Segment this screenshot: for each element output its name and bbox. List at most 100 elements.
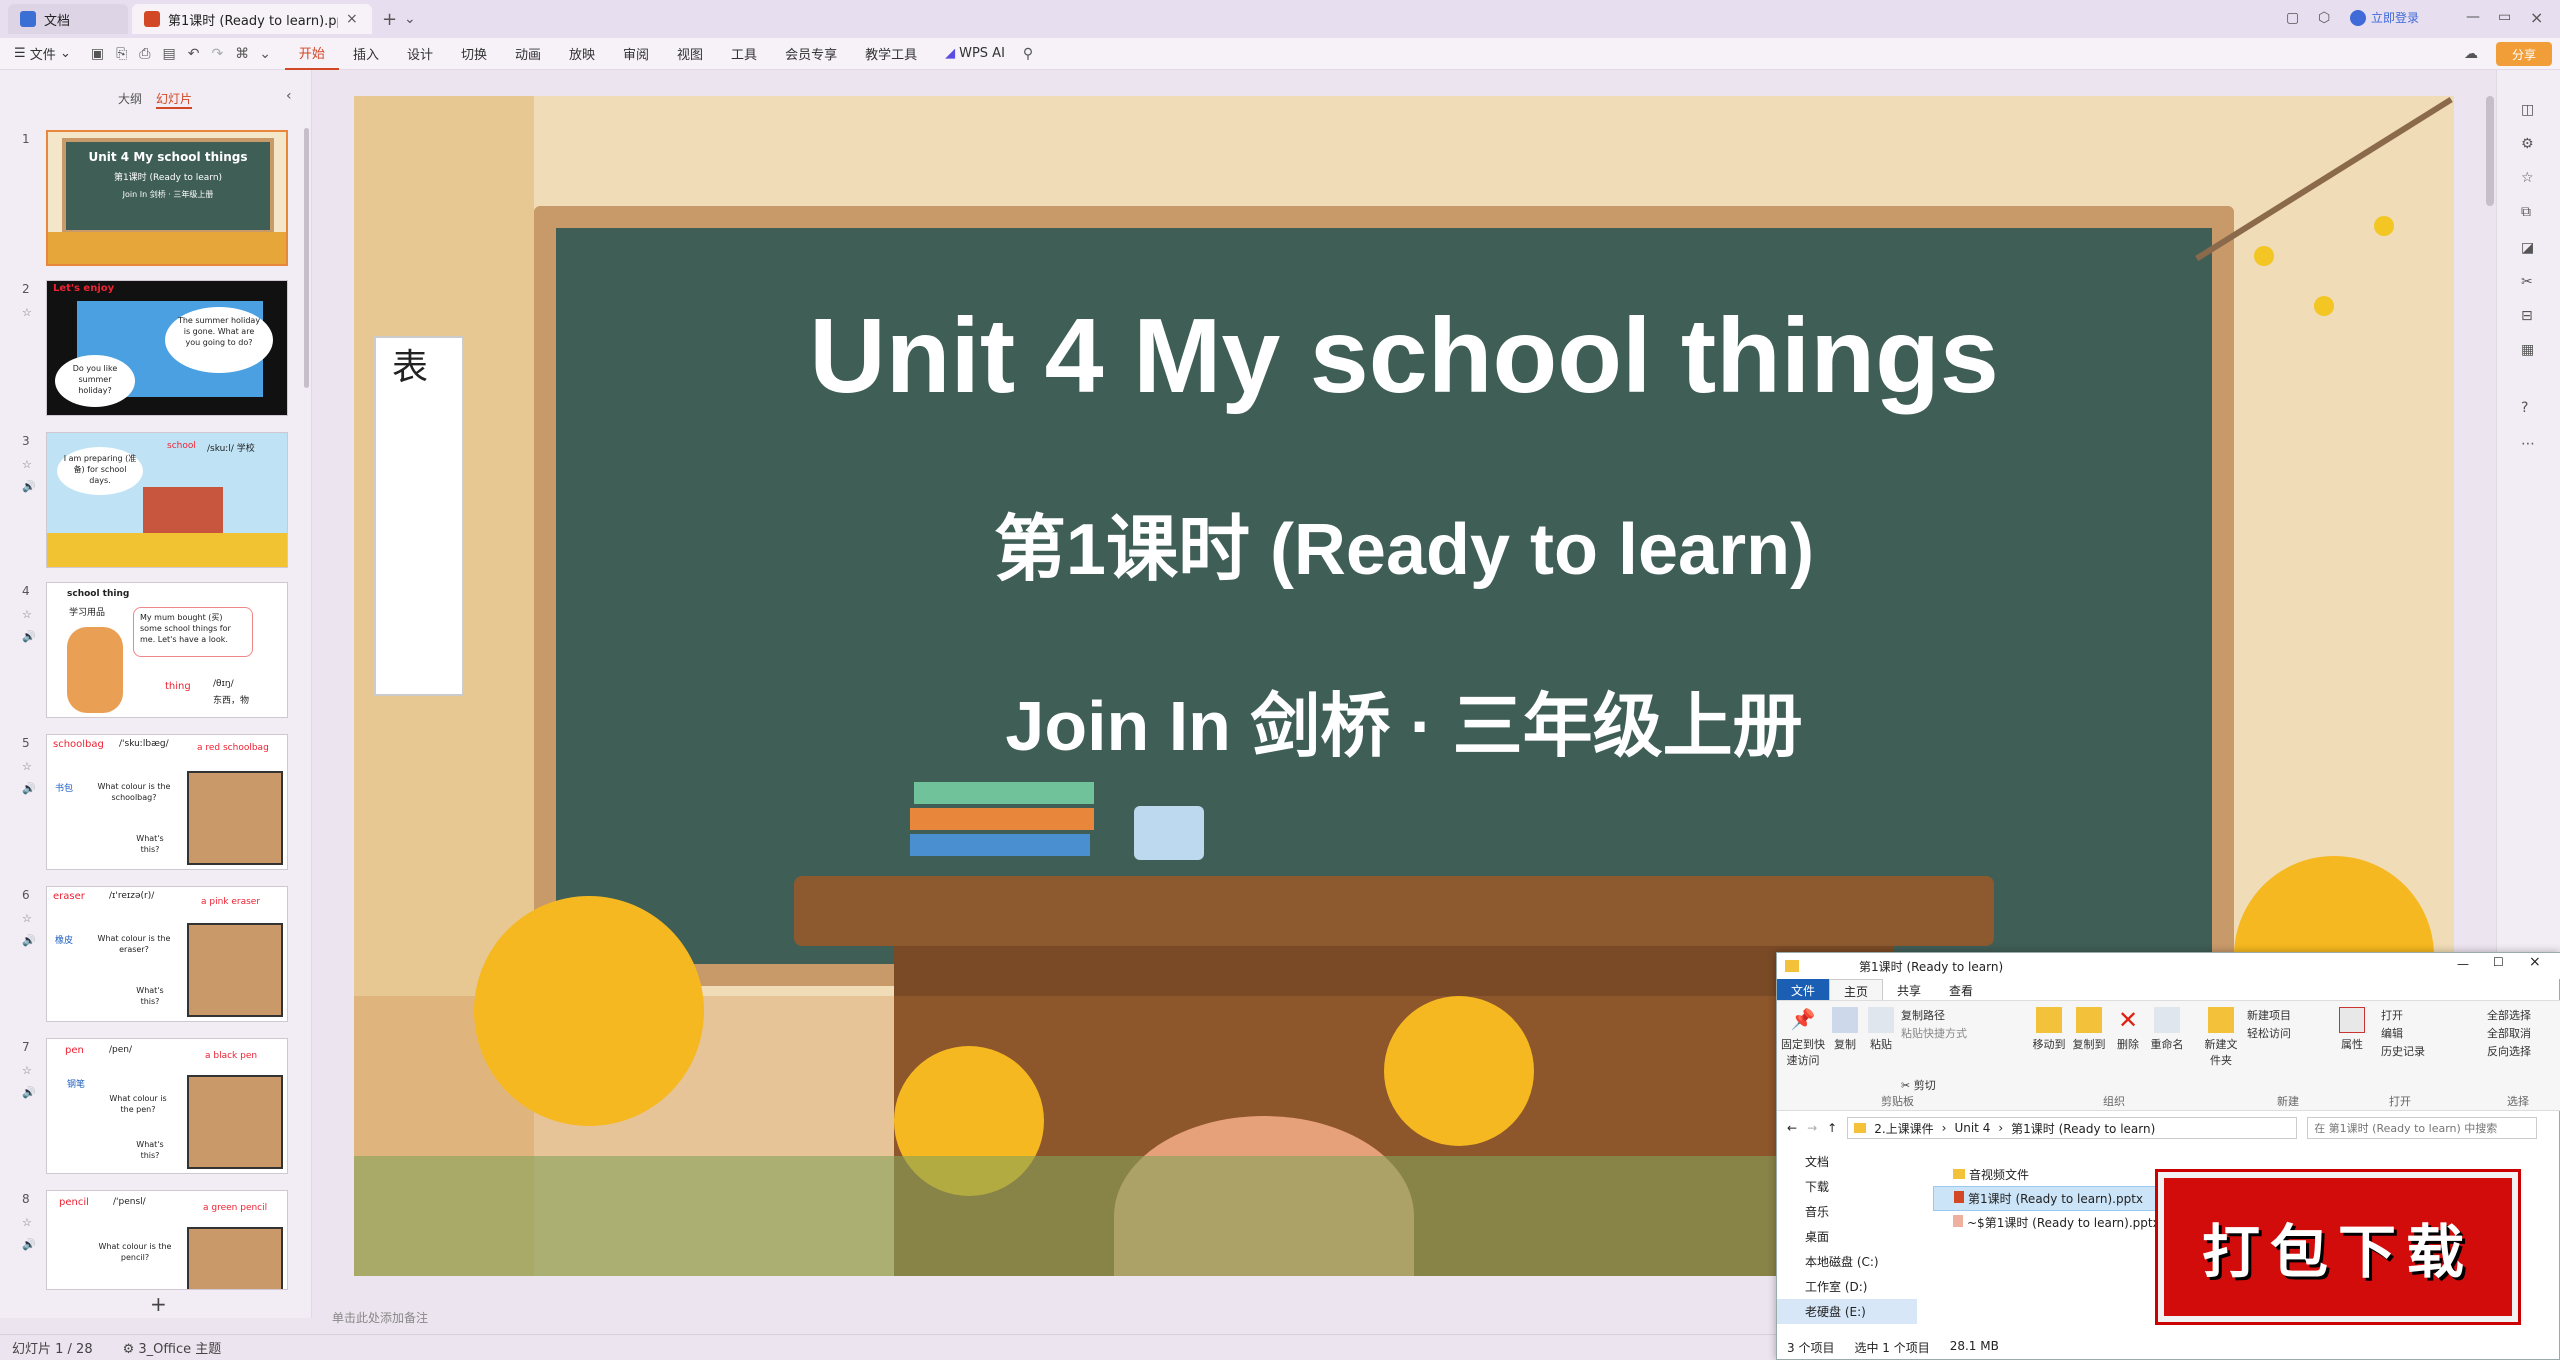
slide-book[interactable]: Join In 剑桥 · 三年级上册	[354, 670, 2454, 771]
cut-button[interactable]: ✂ 剪切	[1901, 1077, 1936, 1093]
pin-button[interactable]: 📌 固定到快速访问	[1781, 1007, 1825, 1068]
search-icon[interactable]: ⚲	[1023, 46, 1033, 62]
menu-design[interactable]: 设计	[393, 38, 447, 70]
thumb-slide-6[interactable]: eraser /ɪ'reɪzə(r)/ a pink eraser 橡皮 Wha…	[46, 886, 288, 1022]
maximize-icon[interactable]: ▭	[2498, 9, 2511, 25]
copy-to-button[interactable]: 复制到	[2071, 1007, 2107, 1052]
export-icon[interactable]: ⎘	[116, 46, 127, 62]
nav-item-documents[interactable]: 文档	[1777, 1149, 1917, 1174]
easy-access-button[interactable]: 轻松访问	[2247, 1025, 2291, 1041]
nav-item-music[interactable]: 音乐	[1777, 1199, 1917, 1224]
toolbar-icon[interactable]: ◫	[2521, 102, 2534, 118]
tab-file[interactable]: 文件	[1777, 979, 1830, 1000]
open-button[interactable]: 打开	[2381, 1007, 2403, 1023]
star-icon[interactable]: ☆	[2521, 170, 2534, 186]
window-layout-icon[interactable]: ▢	[2286, 10, 2299, 26]
star-icon[interactable]: ☆ 🔊	[22, 1212, 36, 1256]
minimize-icon[interactable]: —	[2457, 957, 2469, 971]
copy-icon[interactable]: ⧉	[2521, 204, 2531, 220]
move-to-button[interactable]: 移动到	[2031, 1007, 2067, 1052]
star-icon[interactable]: ☆ 🔊	[22, 454, 36, 498]
tab-share[interactable]: 共享	[1883, 979, 1935, 1000]
minimize-icon[interactable]: —	[2466, 9, 2480, 25]
theme-name[interactable]: ⚙ 3_Office 主题	[123, 1338, 222, 1357]
help-icon[interactable]: ?	[2521, 400, 2528, 416]
tab-outline[interactable]: 大纲	[118, 90, 142, 107]
thumb-slide-3[interactable]: I am preparing (准备) for school days. sch…	[46, 432, 288, 568]
star-icon[interactable]: ☆ 🔊	[22, 756, 36, 800]
menu-tools[interactable]: 工具	[717, 38, 771, 70]
redo-icon[interactable]: ↷	[211, 46, 223, 62]
edit-button[interactable]: 编辑	[2381, 1025, 2403, 1041]
paste-shortcut-button[interactable]: 粘贴快捷方式	[1901, 1025, 1967, 1041]
copy-button[interactable]: 复制	[1829, 1007, 1861, 1052]
file-menu[interactable]: 文件	[30, 44, 56, 63]
collapse-icon[interactable]: ‹	[286, 88, 292, 104]
format-painter-icon[interactable]: ⌘	[235, 46, 249, 62]
menu-transition[interactable]: 切换	[447, 38, 501, 70]
book-icon[interactable]: ⊟	[2521, 308, 2533, 324]
menu-view[interactable]: 视图	[663, 38, 717, 70]
canvas-scrollbar[interactable]	[2486, 96, 2494, 206]
nav-item-drive-d[interactable]: 工作室 (D:)	[1777, 1274, 1917, 1299]
menu-insert[interactable]: 插入	[339, 38, 393, 70]
thumb-slide-4[interactable]: school thing 学习用品 My mum bought (买) some…	[46, 582, 288, 718]
chevron-down-icon[interactable]: ⌄	[404, 11, 416, 27]
tab-presentation[interactable]: 第1课时 (Ready to learn).pptx ×	[132, 4, 372, 34]
star-icon[interactable]: ☆	[22, 302, 32, 324]
nav-item-downloads[interactable]: 下载	[1777, 1174, 1917, 1199]
close-icon[interactable]: ×	[346, 11, 358, 27]
copy-path-button[interactable]: 复制路径	[1901, 1007, 1945, 1023]
image-icon[interactable]: ◪	[2521, 240, 2534, 256]
menu-animation[interactable]: 动画	[501, 38, 555, 70]
tab-slides[interactable]: 幻灯片	[156, 90, 193, 109]
invert-selection-button[interactable]: 反向选择	[2487, 1043, 2531, 1059]
more-icon[interactable]: ⋯	[2521, 436, 2535, 452]
tab-documents[interactable]: 文档	[8, 4, 128, 34]
tab-home[interactable]: 主页	[1829, 979, 1884, 1000]
menu-slideshow[interactable]: 放映	[555, 38, 609, 70]
cloud-icon[interactable]: ☁	[2464, 46, 2478, 62]
nav-item-desktop[interactable]: 桌面	[1777, 1224, 1917, 1249]
thumb-slide-5[interactable]: schoolbag /'skuːlbæg/ a red schoolbag 书包…	[46, 734, 288, 870]
thumb-slide-2[interactable]: Let's enjoy The summer holiday is gone. …	[46, 280, 288, 416]
close-window-icon[interactable]: ×	[2530, 8, 2543, 27]
cube-icon[interactable]: ⬡	[2318, 10, 2330, 26]
history-button[interactable]: 历史记录	[2381, 1043, 2425, 1059]
maximize-icon[interactable]: ☐	[2493, 955, 2504, 969]
delete-button[interactable]: ✕ 删除	[2113, 1007, 2143, 1052]
wps-ai-button[interactable]: ◢ WPS AI	[931, 38, 1019, 70]
menu-home[interactable]: 开始	[284, 38, 339, 70]
file-item-temp[interactable]: ~$第1课时 (Ready to learn).pptx	[1933, 1211, 2193, 1234]
select-none-button[interactable]: 全部取消	[2487, 1025, 2531, 1041]
star-icon[interactable]: ☆ 🔊	[22, 1060, 36, 1104]
file-item-folder[interactable]: 音视频文件	[1933, 1163, 2193, 1186]
layout-icon[interactable]: ▦	[2521, 342, 2534, 358]
undo-icon[interactable]: ↶	[188, 46, 200, 62]
tab-view[interactable]: 查看	[1935, 979, 1987, 1000]
properties-button[interactable]: 属性	[2337, 1007, 2367, 1052]
menu-member[interactable]: 会员专享	[771, 38, 851, 70]
rename-button[interactable]: 重命名	[2147, 1007, 2187, 1052]
search-input[interactable]	[2307, 1117, 2538, 1139]
notes-placeholder[interactable]: 单击此处添加备注	[332, 1309, 428, 1326]
star-icon[interactable]: ☆ 🔊	[22, 908, 36, 952]
select-all-button[interactable]: 全部选择	[2487, 1007, 2531, 1023]
star-icon[interactable]: ☆ 🔊	[22, 604, 36, 648]
save-icon[interactable]: ▣	[91, 46, 104, 62]
menu-review[interactable]: 审阅	[609, 38, 663, 70]
settings-icon[interactable]: ⚙	[2521, 136, 2534, 152]
new-tab-button[interactable]: +	[382, 9, 397, 30]
address-bar[interactable]: 2.上课课件 › Unit 4 › 第1课时 (Ready to learn)	[1847, 1117, 2298, 1139]
file-item-pptx[interactable]: 第1课时 (Ready to learn).pptx	[1933, 1186, 2193, 1211]
print-icon[interactable]: ⎙	[139, 46, 150, 62]
back-icon[interactable]: ←	[1787, 1121, 1797, 1135]
new-folder-button[interactable]: 新建文件夹	[2201, 1007, 2241, 1068]
scrollbar[interactable]	[304, 128, 309, 388]
new-item-button[interactable]: 新建项目	[2247, 1007, 2291, 1023]
hamburger-icon[interactable]: ☰ 文件 ⌄	[0, 38, 85, 70]
preview-icon[interactable]: ▤	[162, 46, 175, 62]
tools-icon[interactable]: ✂	[2521, 274, 2533, 290]
add-slide-button[interactable]: +	[150, 1292, 167, 1316]
thumb-slide-7[interactable]: pen /pen/ a black pen 钢笔 What colour is …	[46, 1038, 288, 1174]
